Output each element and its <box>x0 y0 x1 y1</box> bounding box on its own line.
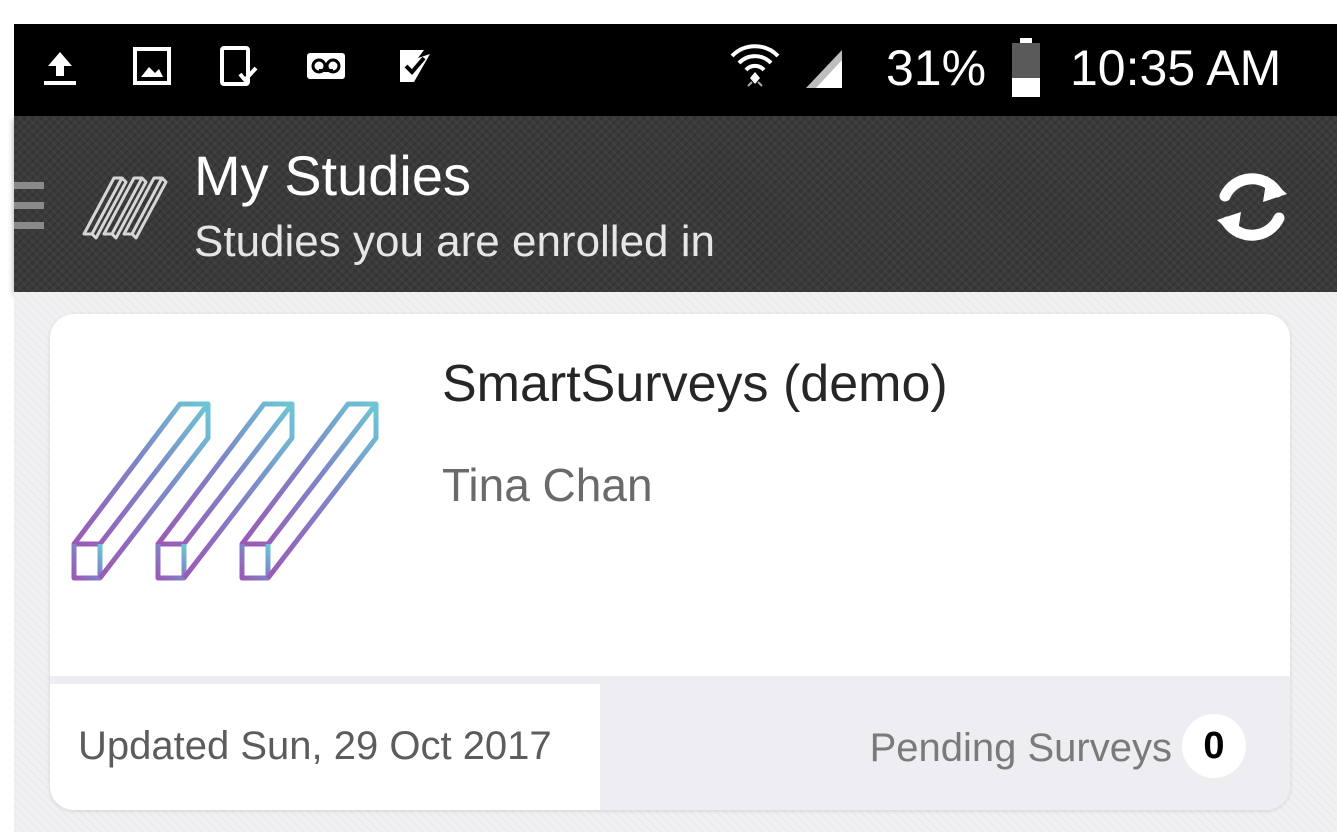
battery-icon <box>1012 38 1040 97</box>
screen: 31% 10:35 AM My Studies Studies you are … <box>0 0 1337 832</box>
study-title: SmartSurveys (demo) <box>442 355 948 413</box>
study-logo-icon <box>71 401 379 581</box>
clock: 10:35 AM <box>1070 40 1282 96</box>
page-subtitle: Studies you are enrolled in <box>194 217 715 266</box>
action-bar: My Studies Studies you are enrolled in <box>14 116 1337 292</box>
pending-count-badge: 0 <box>1182 714 1246 778</box>
study-investigator: Tina Chan <box>442 459 653 511</box>
app-logo-icon[interactable] <box>74 168 174 242</box>
card-footer: Updated Sun, 29 Oct 2017 Pending Surveys… <box>50 676 1290 810</box>
upload-icon <box>44 52 76 85</box>
study-list: SmartSurveys (demo) Tina Chan Updated Su… <box>14 292 1337 832</box>
refresh-icon <box>1217 173 1287 241</box>
voicemail-icon <box>307 53 345 79</box>
signal-icon <box>806 50 842 88</box>
status-bar: 31% 10:35 AM <box>14 24 1337 116</box>
task-icon <box>400 50 430 82</box>
study-card[interactable]: SmartSurveys (demo) Tina Chan Updated Su… <box>50 314 1290 810</box>
page-title: My Studies <box>194 144 471 207</box>
refresh-button[interactable] <box>1207 162 1297 252</box>
battery-percent: 31% <box>886 40 987 96</box>
updated-date: Updated Sun, 29 Oct 2017 <box>78 724 552 768</box>
menu-icon[interactable] <box>14 178 50 232</box>
wifi-icon <box>730 44 780 87</box>
device-check-icon <box>220 46 258 86</box>
updated-box: Updated Sun, 29 Oct 2017 <box>50 684 600 810</box>
pending-surveys-label: Pending Surveys <box>869 726 1172 770</box>
image-icon <box>133 47 171 85</box>
